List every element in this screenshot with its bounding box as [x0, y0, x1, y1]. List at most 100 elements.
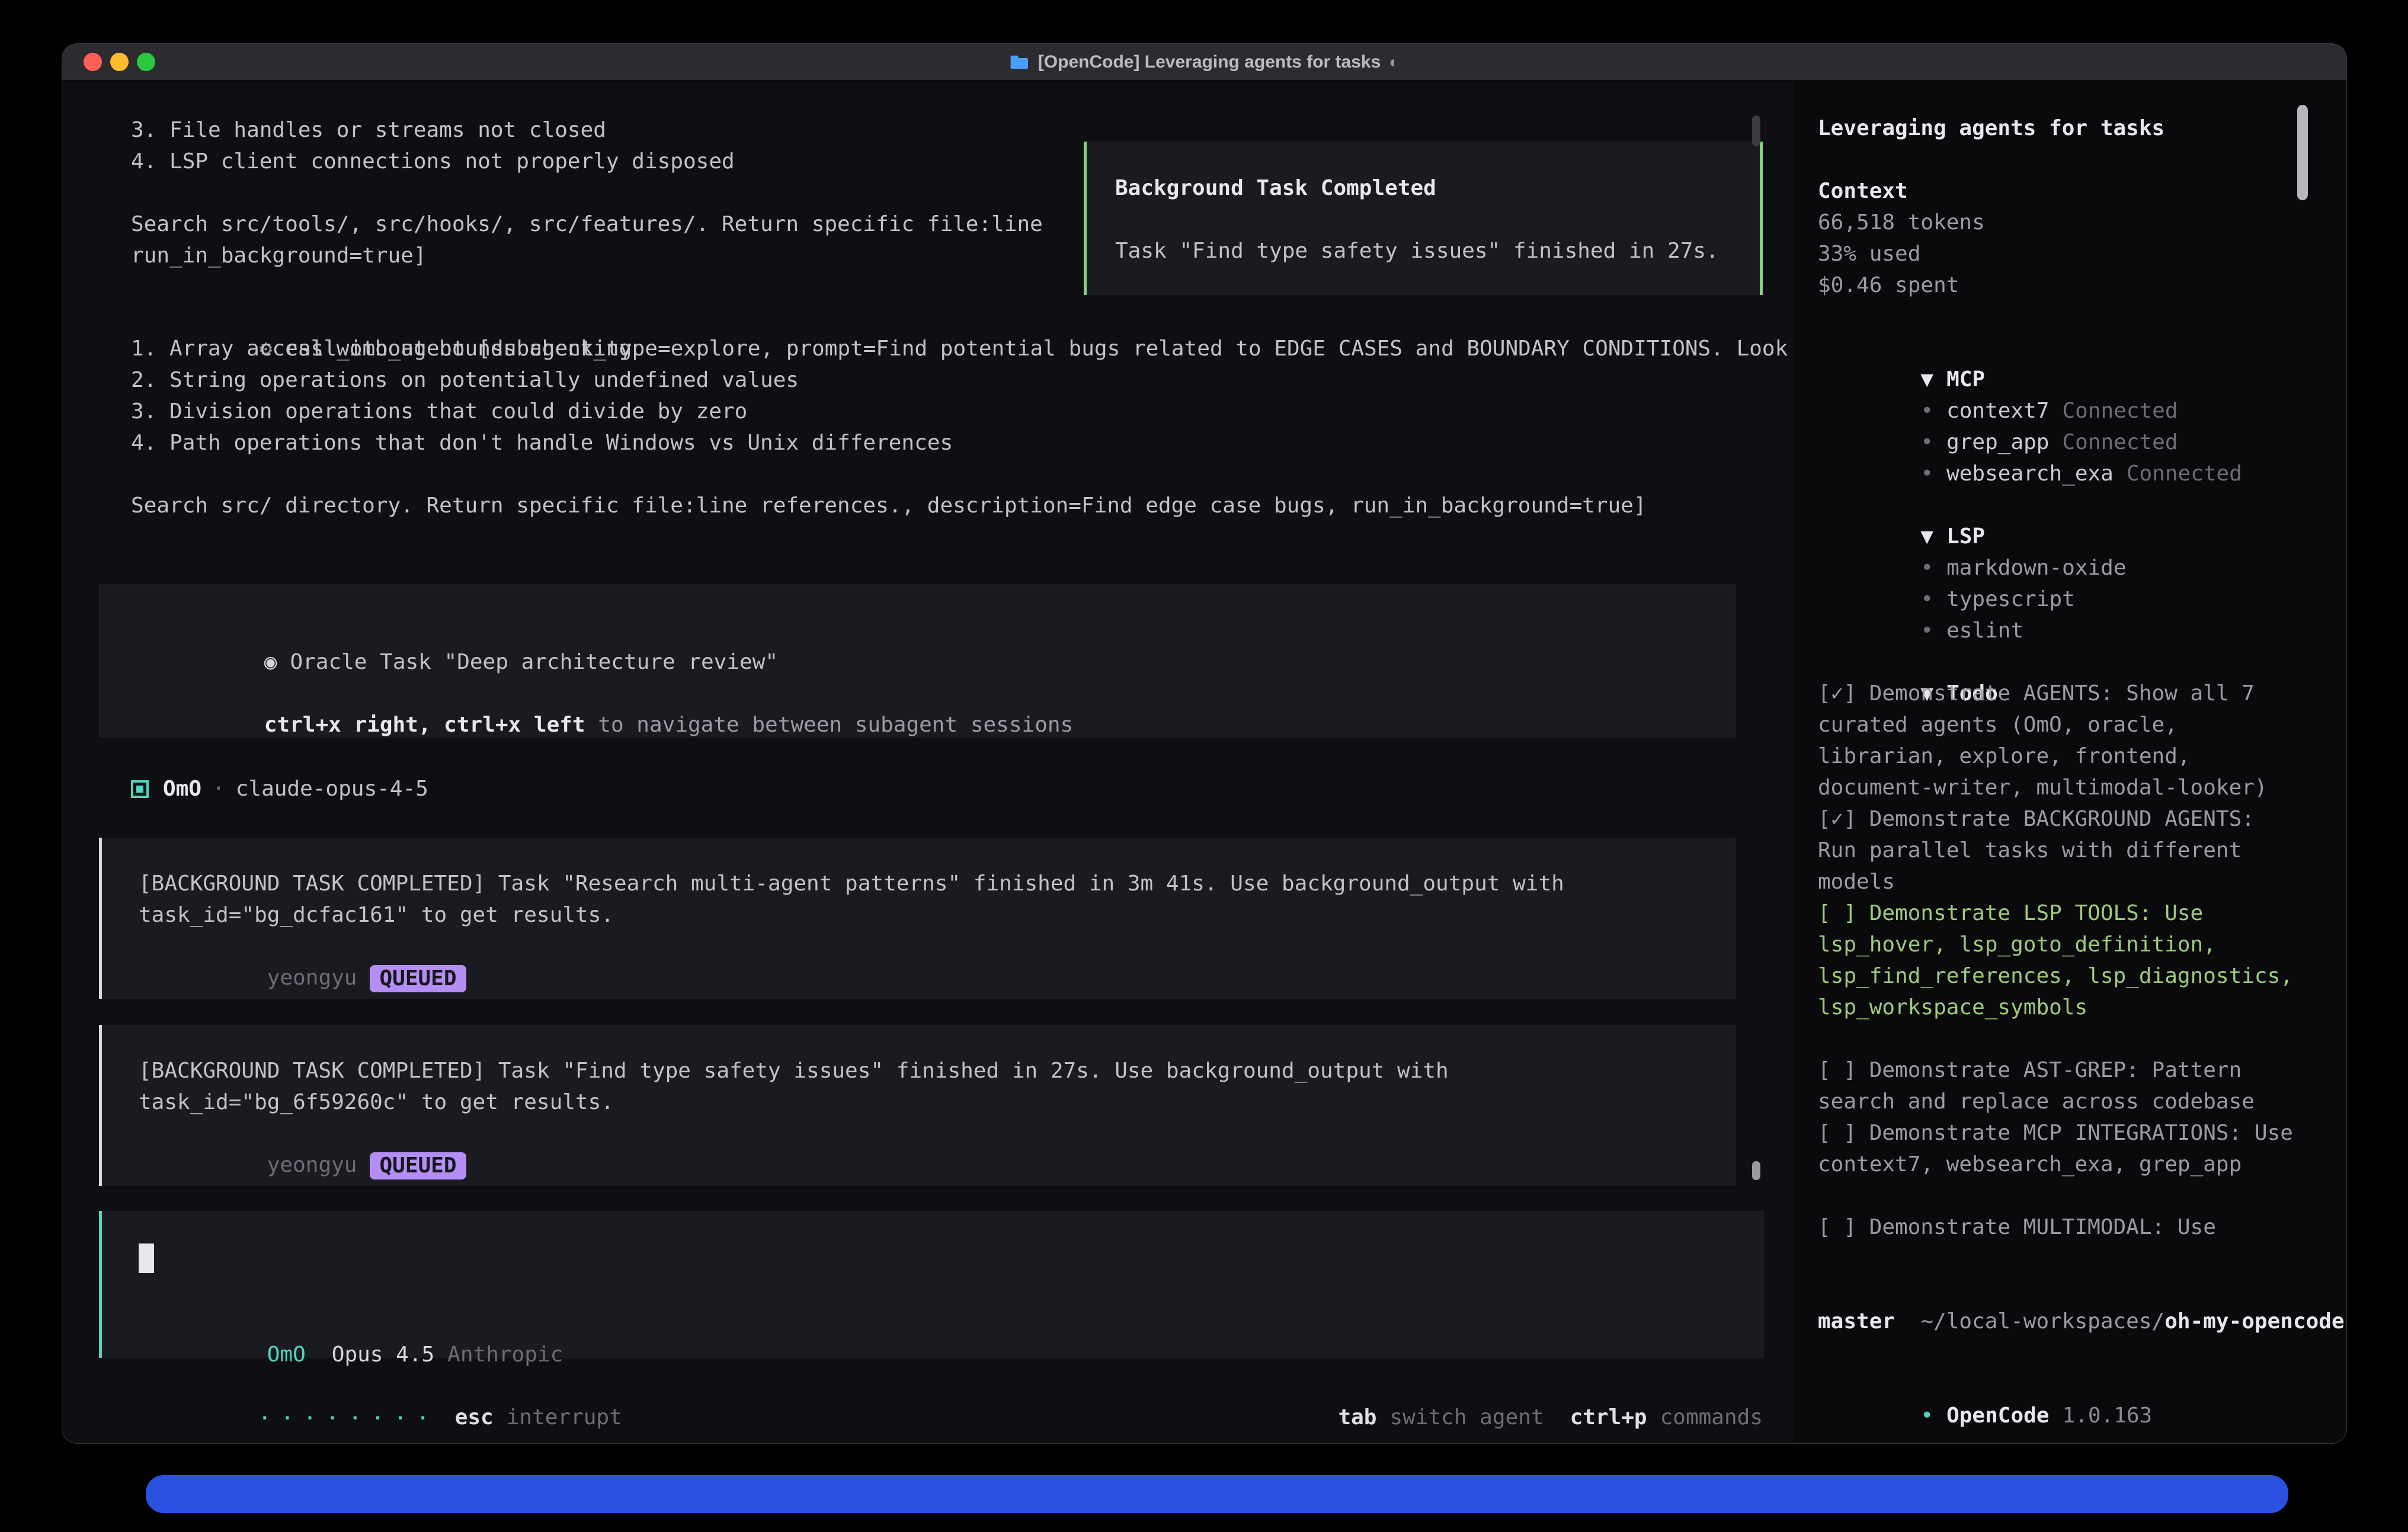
mcp-status: Connected [2127, 461, 2242, 486]
tool-call-line: 2. String operations on potentially unde… [131, 364, 1839, 396]
mcp-name: websearch_exa [1946, 461, 2114, 486]
background-task-card: [BACKGROUND TASK COMPLETED] Task "Resear… [99, 838, 1736, 999]
dock-bar[interactable] [146, 1475, 2288, 1513]
app-version: 1.0.163 [2062, 1403, 2152, 1428]
status-left: · · · · · · · · esc interrupt [131, 1370, 622, 1444]
agent-header: OmO · claude-opus-4-5 [131, 773, 428, 805]
bullet-icon: • [1920, 587, 1933, 611]
titlebar[interactable]: [OpenCode] Leveraging agents for tasks ◐ [62, 44, 2346, 81]
separator-dot: · [212, 777, 225, 801]
toast-title: Background Task Completed [1115, 172, 1760, 204]
ctrlp-keycap: ctrl+p [1570, 1405, 1647, 1430]
bullet-icon: • [1920, 461, 1933, 486]
task-message-line: [BACKGROUND TASK COMPLETED] Task "Resear… [139, 868, 1736, 899]
tool-call-block: ⚙call_omo_agent [subagent_type=explore, … [131, 302, 1839, 521]
chevron-down-icon: ▼ [1920, 524, 1933, 549]
context-tokens: 66,518 tokens [1818, 207, 2294, 238]
log-line [131, 177, 1043, 209]
zoom-button[interactable] [137, 53, 155, 71]
mcp-name: context7 [1946, 399, 2049, 423]
esc-key-label: interrupt [507, 1405, 622, 1430]
tool-call-header: ⚙call_omo_agent [subagent_type=explore, … [131, 302, 1839, 333]
oracle-task-card[interactable]: ◉Oracle Task "Deep architecture review" … [99, 584, 1736, 738]
window-title-text: [OpenCode] Leveraging agents for tasks [1038, 52, 1381, 72]
input-model-name: Opus 4.5 [332, 1342, 434, 1367]
lsp-name: markdown-oxide [1946, 556, 2126, 580]
mcp-status: Connected [2062, 399, 2178, 423]
task-user: yeongyu [267, 1153, 357, 1177]
oracle-title: Oracle Task "Deep architecture review" [290, 650, 778, 674]
task-meta-row: yeongyuQUEUED [139, 1118, 1736, 1149]
todo-item: [ ] Demonstrate MULTIMODAL: Use [1818, 1212, 2294, 1243]
chat-scrollbar-thumb-lower[interactable] [1752, 1161, 1760, 1180]
task-id-line: task_id="bg_6f59260c" to get results. [139, 1086, 1736, 1118]
mcp-section-header[interactable]: ▼MCP [1818, 332, 2294, 364]
chat-pane: 3. File handles or streams not closed 4.… [62, 81, 1794, 1444]
oracle-hint-rest: to navigate between subagent sessions [585, 713, 1074, 737]
spinner-dots: · · · · · · · · [260, 1408, 429, 1429]
app-name: OpenCode [1946, 1403, 2049, 1428]
todo-item-active: [ ] Demonstrate LSP TOOLS: Use lsp_hover… [1818, 898, 2294, 1023]
close-button[interactable] [84, 53, 102, 71]
bullet-icon: • [1920, 399, 1933, 423]
workspace-path: ~/local-workspaces/oh-my-opencode: [1818, 1274, 2294, 1306]
tool-call-line: 3. Division operations that could divide… [131, 396, 1839, 427]
workspace-repo: oh-my-opencode: [2164, 1309, 2347, 1334]
tool-call-line: Search src/ directory. Return specific f… [131, 490, 1839, 521]
agent-model: claude-opus-4-5 [236, 777, 428, 801]
agent-square-icon [131, 780, 149, 798]
task-meta-row: yeongyuQUEUED [139, 931, 1736, 962]
session-title: Leveraging agents for tasks [1818, 113, 2294, 144]
mcp-heading: MCP [1946, 367, 1985, 392]
tab-key-label: switch agent [1389, 1405, 1544, 1430]
mcp-name: grep_app [1946, 430, 2049, 454]
chevron-down-icon: ▼ [1920, 367, 1933, 392]
workspace-path-prefix: ~/local-workspaces/ [1920, 1309, 2164, 1334]
folder-icon [1010, 54, 1030, 70]
model-selector-row[interactable]: OmOOpus 4.5Anthropic [139, 1307, 563, 1339]
status-badge: QUEUED [370, 965, 466, 992]
todo-item: [ ] Demonstrate MCP INTEGRATIONS: Use co… [1818, 1117, 2294, 1180]
esc-keycap: esc [455, 1405, 494, 1430]
traffic-lights [84, 44, 155, 80]
context-heading: Context [1818, 175, 2294, 207]
session-state-icon: ◐ [1389, 53, 1399, 72]
bullet-icon: • [1920, 618, 1933, 643]
status-right: tabswitch agentctrl+pcommands [1210, 1370, 1763, 1444]
window-title: [OpenCode] Leveraging agents for tasks ◐ [1010, 52, 1399, 72]
bullet-icon: • [1920, 430, 1933, 454]
record-icon: ◉ [264, 650, 277, 674]
sidebar-scrollbar-thumb[interactable] [2297, 105, 2308, 200]
context-spent: $0.46 spent [1818, 270, 2294, 301]
chat-scrollbar-thumb[interactable] [1752, 116, 1760, 146]
terminal-window: [OpenCode] Leveraging agents for tasks ◐… [62, 43, 2347, 1444]
toast-body: Task "Find type safety issues" finished … [1115, 235, 1760, 267]
oracle-hint-keys: ctrl+x right, ctrl+x left [264, 713, 585, 737]
bullet-icon: • [1920, 1403, 1933, 1428]
log-block: 3. File handles or streams not closed 4.… [131, 114, 1043, 271]
task-id-line: task_id="bg_dcfac161" to get results. [139, 899, 1736, 931]
agent-name: OmO [163, 777, 201, 801]
context-used: 33% used [1818, 238, 2294, 270]
text-cursor [139, 1243, 154, 1273]
bullet-icon: • [1920, 556, 1933, 580]
sidebar: Leveraging agents for tasks Context 66,5… [1794, 81, 2346, 1444]
status-bar: · · · · · · · ·escinterrupt tabswitch ag… [62, 1370, 1794, 1402]
version-row: •OpenCode1.0.163 [1818, 1368, 2294, 1400]
log-line: 3. File handles or streams not closed [131, 114, 1043, 146]
task-user: yeongyu [267, 966, 357, 990]
lsp-name: eslint [1946, 618, 2023, 643]
log-line: Search src/tools/, src/hooks/, src/featu… [131, 209, 1043, 240]
log-line: run_in_background=true] [131, 240, 1043, 271]
oracle-hint: ctrl+x right, ctrl+x left to navigate be… [136, 678, 1736, 709]
tab-keycap: tab [1338, 1405, 1376, 1430]
tool-call-line: 4. Path operations that don't handle Win… [131, 427, 1839, 459]
input-provider-name: Anthropic [447, 1342, 563, 1367]
task-message-line: [BACKGROUND TASK COMPLETED] Task "Find t… [139, 1055, 1736, 1086]
toast-notification[interactable]: Background Task Completed Task "Find typ… [1084, 142, 1763, 295]
prompt-input[interactable]: OmOOpus 4.5Anthropic [99, 1211, 1764, 1358]
mcp-status: Connected [2062, 430, 2178, 454]
minimize-button[interactable] [110, 53, 129, 71]
todo-item: [✓] Demonstrate AGENTS: Show all 7 curat… [1818, 678, 2294, 803]
log-line: 4. LSP client connections not properly d… [131, 146, 1043, 177]
